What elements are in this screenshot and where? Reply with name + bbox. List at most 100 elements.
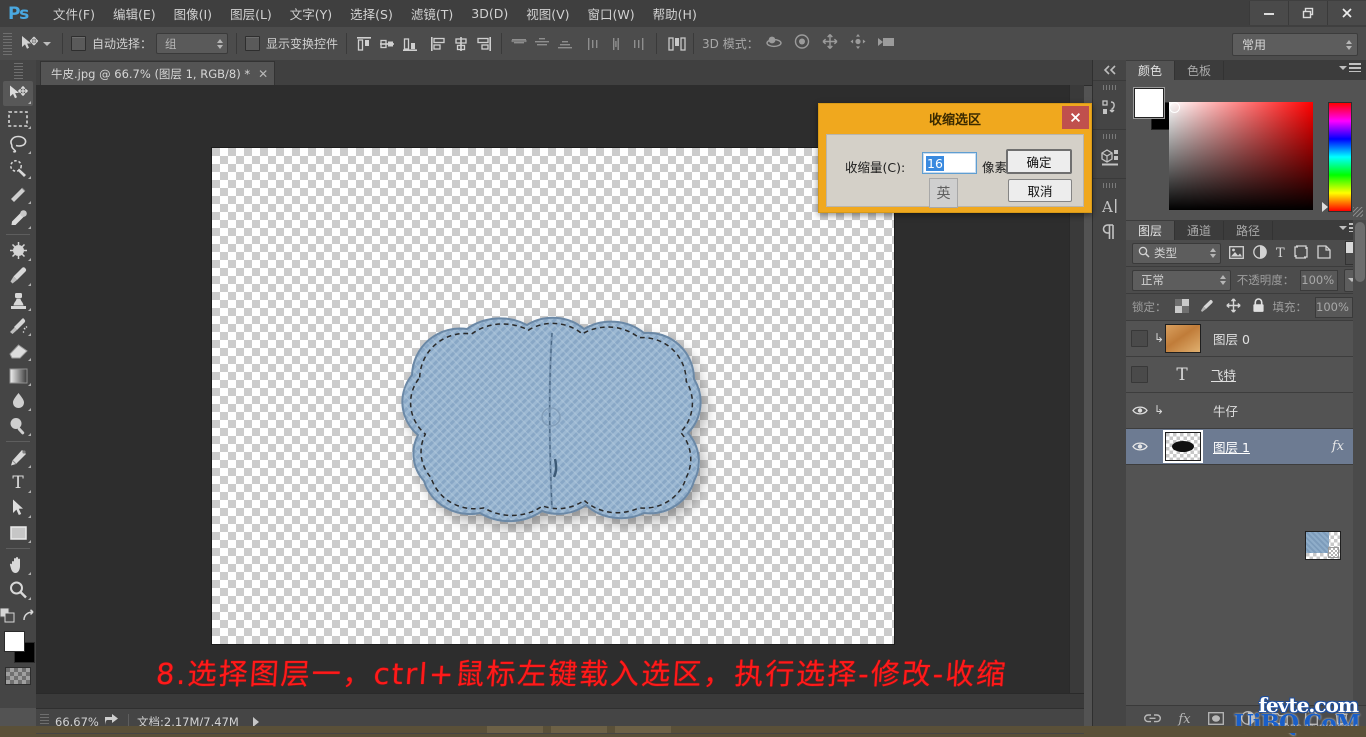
foreground-color-swatch[interactable] (4, 631, 25, 652)
tool-crop[interactable] (3, 181, 33, 206)
canvas-horizontal-scrollbar[interactable] (36, 693, 1084, 708)
color-panel-foreground-swatch[interactable] (1134, 88, 1164, 118)
tool-history-brush[interactable] (3, 313, 33, 338)
auto-select-checkbox[interactable] (71, 36, 86, 51)
lock-transparent-pixels-icon[interactable] (1175, 298, 1189, 317)
default-colors-icon[interactable] (0, 608, 15, 627)
layer-filter-type-dropdown[interactable]: 类型 (1132, 243, 1221, 264)
filter-smart-objects-icon[interactable] (1317, 244, 1331, 263)
tab-layers[interactable]: 图层 (1126, 221, 1175, 240)
align-left-edges-icon[interactable] (429, 35, 447, 53)
auto-select-scope-dropdown[interactable]: 组 (156, 33, 228, 54)
distribute-bottom-edges-icon[interactable] (556, 35, 574, 53)
toolbox-grip[interactable] (14, 63, 23, 79)
tool-lasso[interactable] (3, 131, 33, 156)
tool-rectangle-shape[interactable] (3, 520, 33, 545)
ime-mode-indicator[interactable]: 英 (929, 178, 958, 208)
align-vertical-centers-icon[interactable] (378, 35, 396, 53)
quick-mask-toggle-icon[interactable] (5, 667, 31, 685)
dock-group-grip-1[interactable] (1103, 85, 1117, 90)
layer-name-1[interactable]: 飞特 (1211, 365, 1236, 384)
taskbar-item-1[interactable] (487, 726, 543, 733)
layer-name-3[interactable]: 图层 1 (1213, 437, 1250, 456)
tab-color[interactable]: 颜色 (1126, 61, 1175, 80)
layer-effects-badge[interactable]: fx (1332, 429, 1344, 464)
taskbar-item-2[interactable] (551, 726, 607, 733)
distribute-horizontal-centers-icon[interactable] (607, 35, 625, 53)
slide-3d-object-icon[interactable] (849, 33, 868, 54)
tool-type[interactable]: T (3, 470, 33, 495)
distribute-top-edges-icon[interactable] (510, 35, 528, 53)
filter-type-layers-icon[interactable]: T (1276, 246, 1285, 261)
status-menu-arrow-icon[interactable] (253, 717, 259, 727)
tool-spot-healing-brush[interactable] (3, 238, 33, 263)
dialog-title-bar[interactable]: 收缩选区 (819, 104, 1091, 132)
distribute-vertical-centers-icon[interactable] (533, 35, 551, 53)
table-row[interactable]: ↳ 图层 0 (1126, 321, 1366, 357)
color-swatches[interactable] (3, 631, 33, 661)
menu-select[interactable]: 选择(S) (341, 0, 402, 28)
lock-all-icon[interactable] (1252, 298, 1265, 317)
tool-gradient[interactable] (3, 363, 33, 388)
tool-brush[interactable] (3, 263, 33, 288)
show-transform-controls-checkbox[interactable] (245, 36, 260, 51)
close-button[interactable] (1327, 1, 1366, 25)
color-panel-resize-grip[interactable] (1353, 207, 1363, 217)
tool-clone-stamp[interactable] (3, 288, 33, 313)
auto-align-layers-icon[interactable] (667, 35, 685, 53)
scale-3d-camera-icon[interactable] (877, 33, 898, 54)
tool-quick-selection[interactable] (3, 156, 33, 181)
menu-window[interactable]: 窗口(W) (579, 0, 644, 28)
table-row[interactable]: ↳ 牛仔 (1126, 393, 1366, 429)
layers-list-scrollbar[interactable] (1353, 220, 1366, 733)
distribute-right-edges-icon[interactable] (630, 35, 648, 53)
pan-3d-object-icon[interactable] (821, 33, 840, 54)
layer-name-2[interactable]: 牛仔 (1213, 401, 1238, 420)
lock-position-icon[interactable] (1226, 298, 1241, 317)
layer-visibility-toggle-3[interactable] (1126, 429, 1153, 464)
document-tab-close-icon[interactable]: ✕ (258, 69, 268, 79)
text-layer-icon-1[interactable]: T (1165, 365, 1199, 385)
rotate-3d-object-icon[interactable] (765, 33, 784, 54)
options-bar-grip[interactable] (3, 33, 12, 55)
table-row[interactable]: 图层 1 fx (1126, 429, 1366, 465)
dock-group-grip-3[interactable] (1103, 183, 1117, 188)
tool-eyedropper[interactable] (3, 206, 33, 231)
workspace-switcher[interactable]: 常用 (1232, 33, 1358, 56)
layer-thumbnail-3[interactable] (1165, 432, 1201, 461)
tool-hand[interactable] (3, 552, 33, 577)
dialog-ok-button[interactable]: 确定 (1006, 149, 1072, 174)
artboard[interactable] (212, 148, 894, 644)
tool-rectangular-marquee[interactable] (3, 106, 33, 131)
layer-thumbnail-0[interactable] (1165, 324, 1201, 353)
layer-thumbnail-2[interactable] (1305, 531, 1341, 560)
menu-image[interactable]: 图像(I) (165, 0, 221, 28)
expand-panels-icon[interactable] (1093, 60, 1127, 80)
color-panel-menu-icon[interactable] (1339, 63, 1361, 72)
swap-colors-icon[interactable] (22, 608, 36, 627)
tool-dodge[interactable] (3, 413, 33, 438)
roll-3d-object-icon[interactable] (793, 33, 812, 54)
menu-type[interactable]: 文字(Y) (281, 0, 341, 28)
align-top-edges-icon[interactable] (355, 35, 373, 53)
layers-scrollbar-thumb[interactable] (1355, 222, 1365, 282)
table-row[interactable]: T 飞特 (1126, 357, 1366, 393)
color-field-picker[interactable] (1169, 102, 1313, 210)
menu-help[interactable]: 帮助(H) (644, 0, 706, 28)
distribute-left-edges-icon[interactable] (584, 35, 602, 53)
properties-panel-icon[interactable] (1093, 144, 1127, 170)
menu-layer[interactable]: 图层(L) (221, 0, 281, 28)
menu-file[interactable]: 文件(F) (44, 0, 104, 28)
layer-name-0[interactable]: 图层 0 (1213, 329, 1250, 348)
dialog-close-button[interactable] (1062, 106, 1089, 129)
contract-selection-dialog[interactable]: 收缩选区 收缩量(C): 16 像素 确定 取消 英 (818, 103, 1092, 213)
align-horizontal-centers-icon[interactable] (452, 35, 470, 53)
layer-visibility-toggle-1[interactable] (1126, 357, 1153, 392)
menu-view[interactable]: 视图(V) (517, 0, 578, 28)
layer-visibility-toggle-0[interactable] (1126, 321, 1153, 356)
lock-image-pixels-icon[interactable] (1200, 298, 1215, 317)
filter-adjustment-layers-icon[interactable] (1253, 244, 1267, 263)
tool-eraser[interactable] (3, 338, 33, 363)
blend-mode-dropdown[interactable]: 正常 (1132, 270, 1231, 291)
tool-pen[interactable] (3, 445, 33, 470)
